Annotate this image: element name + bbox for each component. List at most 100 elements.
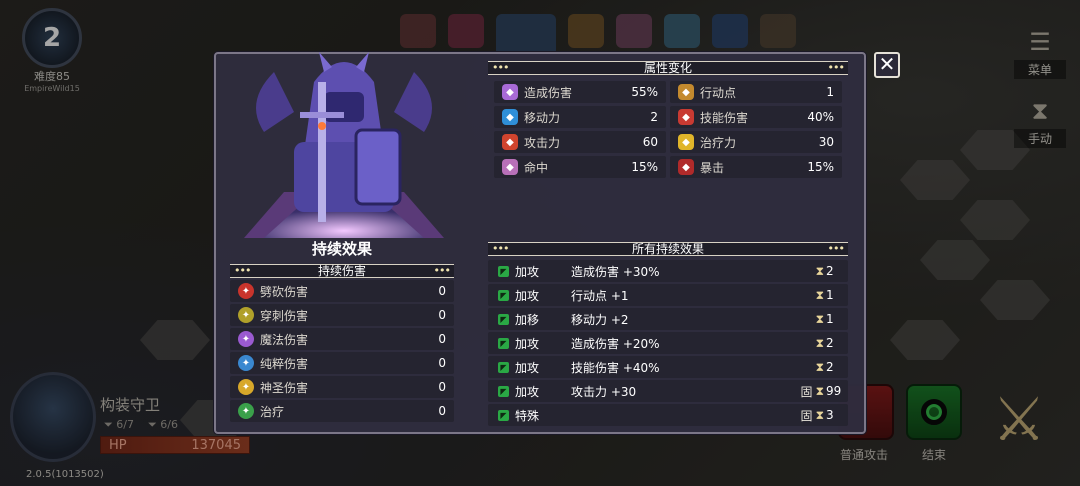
attribute-row: ◆ 行动点 1 xyxy=(670,81,842,103)
effect-row[interactable]: ◤ 特殊 固 ⧗ 3 xyxy=(488,404,848,426)
effect-type: 加攻 xyxy=(515,264,540,279)
attribute-label: 命中 xyxy=(524,160,549,175)
attribute-label: 技能伤害 xyxy=(700,110,749,125)
effect-type: 加攻 xyxy=(515,336,540,351)
attribute-row: ◆ 攻击力 60 xyxy=(494,131,666,153)
effect-row[interactable]: ◤ 加攻 行动点 +1 ⧗ 1 xyxy=(488,284,848,306)
attribute-value: 15% xyxy=(807,160,834,174)
dot-row: ✦ 劈砍伤害 0 xyxy=(230,280,454,302)
attribute-label: 移动力 xyxy=(524,110,561,125)
effect-turns: 2 xyxy=(826,336,834,350)
attribute-row: ◆ 造成伤害 55% xyxy=(494,81,666,103)
dot-value: 0 xyxy=(438,284,446,298)
hourglass-icon: ⧗ xyxy=(815,287,824,302)
close-icon: ✕ xyxy=(878,52,896,76)
effect-type: 特殊 xyxy=(515,408,540,423)
attribute-value: 40% xyxy=(807,110,834,124)
slash-icon: ✦ xyxy=(238,283,254,299)
effect-description: 行动点 +1 xyxy=(571,288,629,303)
attribute-value: 2 xyxy=(650,110,658,124)
effect-type: 加攻 xyxy=(515,360,540,375)
skill-damage-icon: ◆ xyxy=(678,109,694,125)
attribute-row: ◆ 移动力 2 xyxy=(494,106,666,128)
hourglass-icon: ⧗ xyxy=(815,407,824,422)
attribute-row: ◆ 治疗力 30 xyxy=(670,131,842,153)
holy-icon: ✦ xyxy=(238,379,254,395)
hourglass-icon: ⧗ xyxy=(815,359,824,374)
buff-icon: ◤ xyxy=(498,265,509,277)
effect-row[interactable]: ◤ 加攻 攻击力 +30 固 ⧗ 99 xyxy=(488,380,848,402)
dot-label: 穿刺伤害 xyxy=(260,308,309,323)
dot-row: ✦ 纯粹伤害 0 xyxy=(230,352,454,374)
effect-type: 加攻 xyxy=(515,288,540,303)
dot-value: 0 xyxy=(438,308,446,322)
dot-row: ✦ 魔法伤害 0 xyxy=(230,328,454,350)
dot-row: ✦ 穿刺伤害 0 xyxy=(230,304,454,326)
heal-power-icon: ◆ xyxy=(678,134,694,150)
heal-icon: ✦ xyxy=(238,403,254,419)
magic-icon: ✦ xyxy=(238,331,254,347)
effect-row[interactable]: ◤ 加攻 造成伤害 +30% ⧗ 2 xyxy=(488,260,848,282)
hourglass-icon: ⧗ xyxy=(815,263,824,278)
dot-row: ✦ 治疗 0 xyxy=(230,400,454,422)
portrait-title: 持续效果 xyxy=(311,240,372,258)
buff-icon: ◤ xyxy=(498,409,509,421)
attribute-value: 55% xyxy=(631,85,658,99)
attribute-row: ◆ 命中 15% xyxy=(494,156,666,178)
dot-row: ✦ 神圣伤害 0 xyxy=(230,376,454,398)
guardian-portrait xyxy=(244,52,444,238)
effect-description: 技能伤害 +40% xyxy=(571,360,660,375)
attribute-value: 30 xyxy=(818,135,834,149)
buff-icon: ◤ xyxy=(498,385,509,397)
close-button[interactable]: ✕ xyxy=(874,52,900,78)
dot-label: 劈砍伤害 xyxy=(260,284,309,299)
fixed-marker: 固 xyxy=(800,384,813,399)
dot-label: 治疗 xyxy=(260,404,285,419)
effect-row[interactable]: ◤ 加移 移动力 +2 ⧗ 1 xyxy=(488,308,848,330)
effect-description: 造成伤害 +30% xyxy=(571,264,660,279)
dot-label: 魔法伤害 xyxy=(260,332,309,347)
dot-value: 0 xyxy=(438,404,446,418)
dot-label: 神圣伤害 xyxy=(260,380,309,395)
dot-header: ••• 持续伤害 ••• xyxy=(230,264,454,278)
attribute-label: 暴击 xyxy=(700,160,725,175)
pierce-icon: ✦ xyxy=(238,307,254,323)
crit-icon: ◆ xyxy=(678,159,694,175)
attribute-label: 行动点 xyxy=(700,85,737,100)
effect-description: 攻击力 +30 xyxy=(571,384,637,399)
buff-icon: ◤ xyxy=(498,337,509,349)
hourglass-icon: ⧗ xyxy=(815,311,824,326)
attribute-label: 造成伤害 xyxy=(524,85,573,100)
effect-turns: 1 xyxy=(826,288,834,302)
effect-turns: 1 xyxy=(826,312,834,326)
hourglass-icon: ⧗ xyxy=(815,335,824,350)
dot-value: 0 xyxy=(438,356,446,370)
pure-icon: ✦ xyxy=(238,355,254,371)
effect-row[interactable]: ◤ 加攻 技能伤害 +40% ⧗ 2 xyxy=(488,356,848,378)
attack-icon: ◆ xyxy=(502,134,518,150)
dot-value: 0 xyxy=(438,332,446,346)
effect-description: 造成伤害 +20% xyxy=(571,336,660,351)
attribute-label: 攻击力 xyxy=(524,135,561,150)
attributes-header: ••• 属性变化 ••• xyxy=(488,61,848,75)
effect-turns: 3 xyxy=(826,408,834,422)
action-point-icon: ◆ xyxy=(678,84,694,100)
effects-header: ••• 所有持续效果 ••• xyxy=(488,242,848,256)
effect-turns: 99 xyxy=(826,384,842,398)
movement-icon: ◆ xyxy=(502,109,518,125)
effect-type: 加移 xyxy=(515,312,540,327)
effect-row[interactable]: ◤ 加攻 造成伤害 +20% ⧗ 2 xyxy=(488,332,848,354)
attribute-label: 治疗力 xyxy=(700,135,737,150)
hit-icon: ◆ xyxy=(502,159,518,175)
effect-turns: 2 xyxy=(826,360,834,374)
effect-description: 移动力 +2 xyxy=(571,312,629,327)
buff-icon: ◤ xyxy=(498,361,509,373)
effect-turns: 2 xyxy=(826,264,834,278)
effect-type: 加攻 xyxy=(515,384,540,399)
buff-icon: ◤ xyxy=(498,289,509,301)
attribute-value: 1 xyxy=(826,85,834,99)
attribute-value: 15% xyxy=(631,160,658,174)
dot-value: 0 xyxy=(438,380,446,394)
attribute-row: ◆ 暴击 15% xyxy=(670,156,842,178)
dot-label: 纯粹伤害 xyxy=(260,356,309,371)
